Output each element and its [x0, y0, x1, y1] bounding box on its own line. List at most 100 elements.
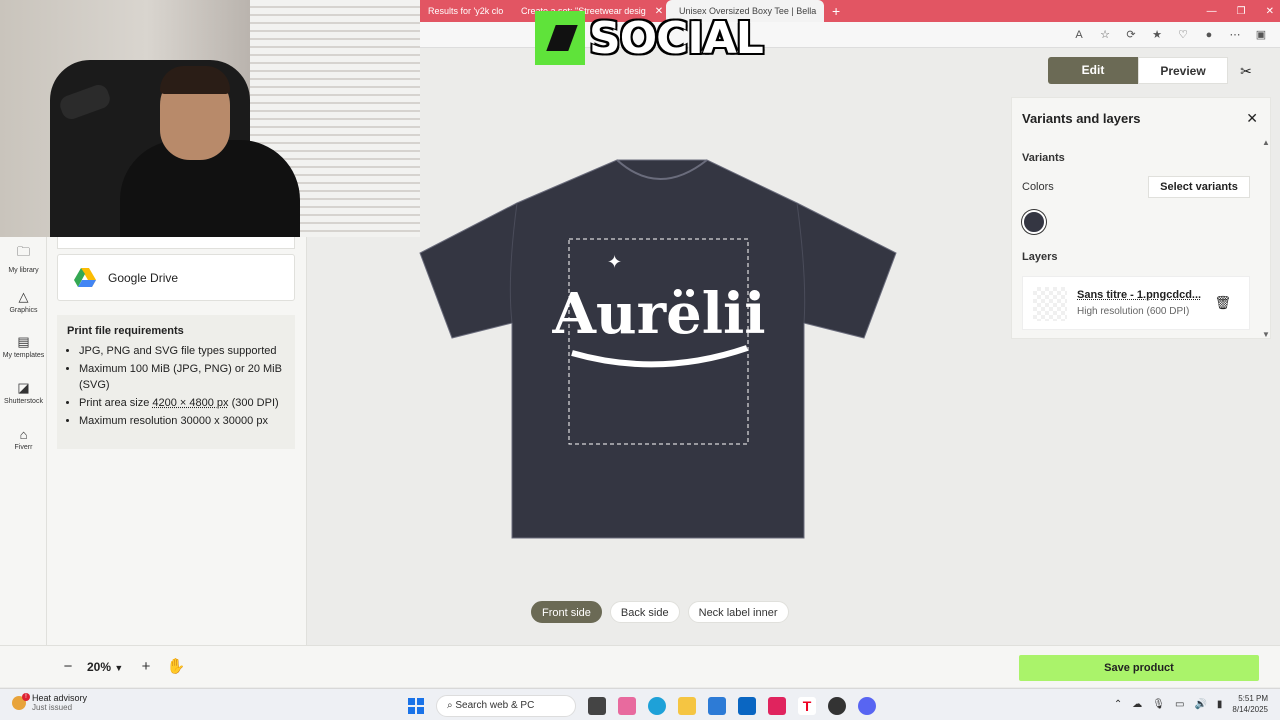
weather-title: Heat advisory: [32, 693, 88, 703]
discord-icon[interactable]: [858, 697, 876, 715]
shield-icon[interactable]: ♡: [1176, 28, 1190, 41]
more-icon[interactable]: ⋯: [1228, 28, 1242, 41]
variants-heading: Variants: [1022, 152, 1065, 164]
rail-item-fiverr[interactable]: ⌂ Fiverr: [0, 427, 47, 451]
requirement-item: Print area size 4200 × 4800 px (300 DPI): [79, 395, 285, 411]
colors-label: Colors: [1022, 181, 1054, 193]
scroll-up-icon[interactable]: ▲: [1262, 138, 1270, 147]
rail-label: My library: [8, 267, 39, 274]
weather-widget[interactable]: Heat advisory Just issued: [12, 692, 88, 712]
browser-tab[interactable]: Results for 'y2k clo✕: [420, 0, 508, 22]
variants-layers-panel: Variants and layers ✕ Variants Colors Se…: [1011, 97, 1271, 339]
side-tabs: Front side Back side Neck label inner: [531, 601, 789, 623]
close-window-icon[interactable]: ✕: [1266, 6, 1274, 17]
rail-label: Graphics: [9, 307, 38, 314]
zoom-controls: − 20% ▼ + ✋: [57, 656, 187, 678]
text-editor-icon[interactable]: T: [798, 697, 816, 715]
profile-icon[interactable]: ●: [1202, 29, 1216, 41]
edit-button[interactable]: Edit: [1048, 57, 1138, 84]
streamer-hair: [160, 66, 230, 94]
mode-toggle: Edit Preview: [1048, 57, 1228, 84]
rail-label: Shutterstock: [4, 398, 43, 405]
chevron-down-icon: ▼: [114, 663, 124, 673]
weather-alert-icon: [12, 692, 30, 710]
rail-item-my-library[interactable]: 🗀 My library: [0, 243, 47, 274]
tiktok-icon[interactable]: [768, 697, 786, 715]
requirements-title: Print file requirements: [67, 325, 184, 337]
clock-time: 5:51 PM: [1238, 694, 1268, 703]
google-drive-icon: [74, 268, 96, 287]
read-aloud-icon[interactable]: A: [1072, 29, 1086, 41]
clock[interactable]: 5:51 PM 8/14/2025: [1232, 693, 1268, 715]
windows-start-icon[interactable]: [408, 698, 424, 714]
tab-neck-label-inner[interactable]: Neck label inner: [687, 601, 789, 623]
select-variants-button[interactable]: Select variants: [1148, 176, 1250, 198]
folder-icon: 🗀: [16, 244, 30, 259]
hand-tool-icon[interactable]: ✋: [165, 656, 187, 678]
requirement-item: Maximum resolution 30000 x 30000 px: [79, 413, 285, 429]
save-product-button[interactable]: Save product: [1019, 655, 1259, 681]
templates-icon: ▤: [17, 334, 30, 349]
copilot-icon[interactable]: [618, 697, 636, 715]
task-view-icon[interactable]: [588, 697, 606, 715]
maximize-icon[interactable]: ❐: [1237, 6, 1246, 17]
panel-title: Variants and layers: [1022, 111, 1141, 126]
color-swatch[interactable]: [1022, 210, 1046, 234]
shapes-icon: △: [18, 289, 29, 304]
sidebar-toggle-icon[interactable]: ▣: [1254, 28, 1268, 41]
trash-icon[interactable]: 🗑: [1214, 295, 1231, 311]
design-canvas[interactable]: Aurëlii ✦ Front side Back side Neck labe…: [307, 48, 1010, 645]
favorites-icon[interactable]: ★: [1150, 28, 1164, 41]
preview-button[interactable]: Preview: [1138, 57, 1228, 84]
tshirt-mockup: Aurëlii ✦: [419, 159, 897, 539]
scroll-down-icon[interactable]: ▼: [1262, 330, 1270, 339]
rail-item-graphics[interactable]: △ Graphics: [0, 289, 47, 314]
layer-item[interactable]: Sans titre - 1.pngcdcd... High resolutio…: [1022, 276, 1250, 330]
rail-item-shutterstock[interactable]: ◪ Shutterstock: [0, 380, 47, 405]
tab-title: Results for 'y2k clo: [428, 6, 504, 16]
windows-taskbar: Heat advisory Just issued ⌕ Search web &…: [0, 688, 1280, 720]
tshirt-body: [419, 159, 897, 539]
chevron-up-icon[interactable]: ⌃: [1114, 699, 1122, 710]
cloud-icon[interactable]: ☁: [1132, 699, 1142, 710]
requirement-text: (300 DPI): [228, 397, 279, 409]
favorite-star-icon[interactable]: ☆: [1098, 28, 1112, 41]
bottom-toolbar: − 20% ▼ + ✋ Save product: [0, 645, 1280, 687]
magic-tools-icon[interactable]: ✂: [1234, 59, 1258, 83]
mic-icon[interactable]: 🎙: [1152, 699, 1165, 710]
requirement-item: Maximum 100 MiB (JPG, PNG) or 20 MiB (SV…: [79, 361, 285, 393]
print-area-size-link[interactable]: 4200 × 4800 px: [152, 397, 228, 409]
zoom-out-button[interactable]: −: [57, 656, 79, 678]
extension-icon[interactable]: ⟳: [1124, 28, 1138, 41]
requirements-list: JPG, PNG and SVG file types supported Ma…: [67, 343, 285, 429]
tab-front-side[interactable]: Front side: [531, 601, 602, 623]
zoom-level[interactable]: 20% ▼: [87, 656, 127, 678]
search-placeholder: Search web & PC: [455, 700, 535, 711]
google-drive-label: Google Drive: [108, 270, 179, 285]
volume-icon[interactable]: 🔊: [1194, 699, 1206, 710]
google-drive-button[interactable]: Google Drive: [57, 254, 295, 301]
requirement-text: Print area size: [79, 397, 153, 409]
battery-icon[interactable]: ▮: [1217, 699, 1223, 710]
network-icon[interactable]: ▭: [1175, 699, 1184, 710]
app-icon[interactable]: [828, 697, 846, 715]
rail-item-my-templates[interactable]: ▤ My templates: [0, 334, 47, 359]
layer-name[interactable]: Sans titre - 1.pngcdcd...: [1077, 289, 1201, 301]
taskbar-search[interactable]: ⌕ Search web & PC: [436, 695, 576, 717]
new-tab-icon[interactable]: +: [824, 3, 848, 19]
minimize-icon[interactable]: —: [1207, 6, 1217, 17]
weather-subtitle: Just issued: [32, 703, 73, 712]
close-icon[interactable]: ✕: [1246, 110, 1258, 127]
tab-back-side[interactable]: Back side: [609, 601, 680, 623]
rail-label: My templates: [2, 352, 45, 359]
zoom-in-button[interactable]: +: [135, 656, 157, 678]
rail-label: Fiverr: [14, 444, 33, 451]
outlook-icon[interactable]: [738, 697, 756, 715]
edge-browser-icon[interactable]: [648, 697, 666, 715]
left-icon-rail: 🗀 My library △ Graphics ▤ My templates ◪…: [0, 237, 47, 687]
zoom-value: 20%: [87, 660, 112, 674]
store-icon[interactable]: [708, 697, 726, 715]
file-explorer-icon[interactable]: [678, 697, 696, 715]
taskbar-apps: ⌕ Search web & PC T: [408, 695, 876, 717]
sparkle-icon: ✦: [607, 252, 622, 272]
